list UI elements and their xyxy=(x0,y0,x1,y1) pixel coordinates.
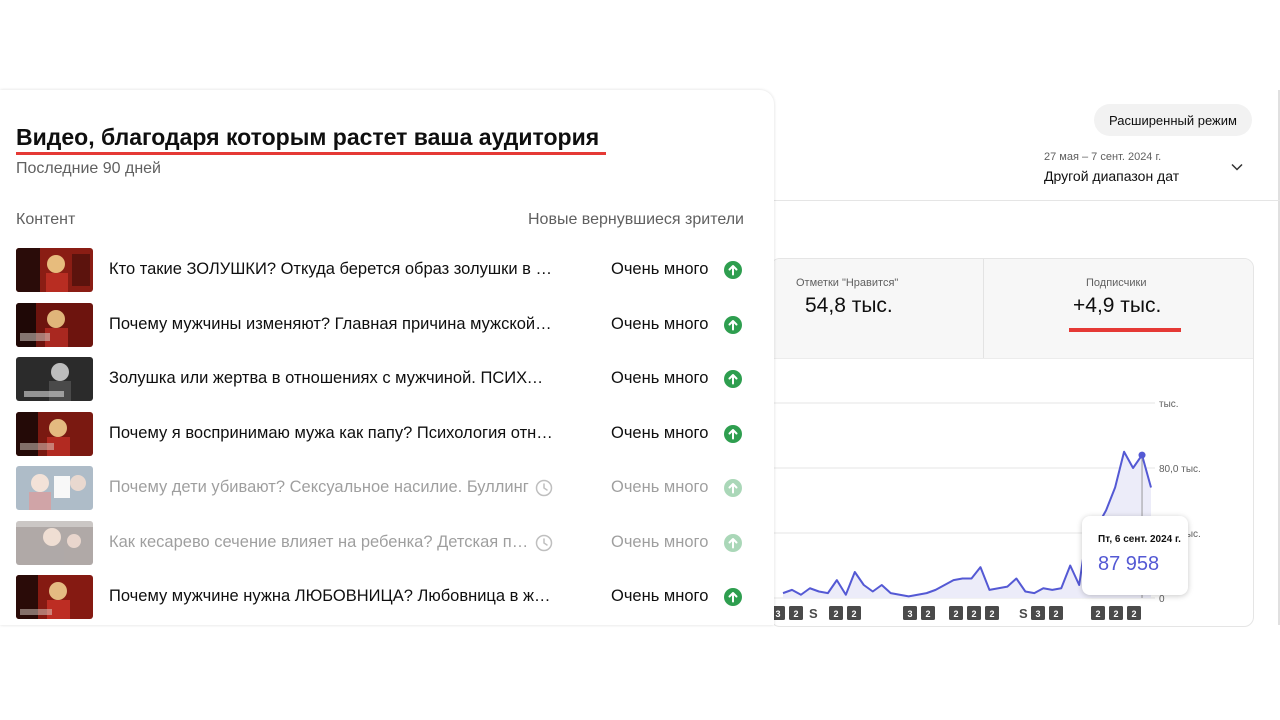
upload-marker-count: 3 xyxy=(1035,609,1040,619)
y-tick-label: 0 xyxy=(1159,594,1165,605)
viewers-value: Очень много xyxy=(611,315,709,333)
video-title[interactable]: Почему мужчины изменяют? Главная причина… xyxy=(109,315,555,334)
column-header-viewers: Новые вернувшиеся зрители xyxy=(528,211,744,228)
video-title[interactable]: Золушка или жертва в отношениях с мужчин… xyxy=(109,369,555,388)
upload-marker-count: 2 xyxy=(1113,609,1118,619)
clock-icon xyxy=(535,479,553,497)
upload-marker-count: 2 xyxy=(971,609,976,619)
title-underline xyxy=(16,152,606,155)
video-thumbnail[interactable] xyxy=(16,412,93,456)
video-row[interactable]: Как кесарево сечение влияет на ребенка? … xyxy=(0,519,774,567)
arrow-up-icon xyxy=(724,588,742,606)
arrow-up-icon xyxy=(724,316,742,334)
chevron-down-icon[interactable] xyxy=(1230,160,1244,174)
arrow-up-icon xyxy=(724,534,742,552)
divider xyxy=(774,200,1280,201)
page-subtitle: Последние 90 дней xyxy=(16,160,161,177)
upload-marker-count: 2 xyxy=(1095,609,1100,619)
metrics-card: Отметки "Нравится" 54,8 тыс. Подписчики … xyxy=(770,258,1254,627)
upload-marker-count: 2 xyxy=(851,609,856,619)
viewers-value: Очень много xyxy=(611,424,709,442)
shorts-marker: S xyxy=(1019,606,1028,621)
viewers-value: Очень много xyxy=(611,260,709,278)
upload-marker-count: 3 xyxy=(775,609,780,619)
video-row[interactable]: Почему я воспринимаю мужа как папу? Псих… xyxy=(0,410,774,458)
video-thumbnail[interactable] xyxy=(16,575,93,619)
arrow-up-icon xyxy=(724,370,742,388)
arrow-up-icon xyxy=(724,261,742,279)
clock-icon xyxy=(535,534,553,552)
video-thumbnail[interactable] xyxy=(16,521,93,565)
viewers-value: Очень много xyxy=(611,478,709,496)
video-thumbnail[interactable] xyxy=(16,303,93,347)
video-title[interactable]: Почему я воспринимаю мужа как папу? Псих… xyxy=(109,424,555,443)
y-tick-label: 80,0 тыс. xyxy=(1159,464,1201,475)
chart-tooltip: Пт, 6 сент. 2024 г. 87 958 xyxy=(1082,516,1188,595)
audience-growth-card: Видео, благодаря которым растет ваша ауд… xyxy=(0,90,774,625)
video-row[interactable]: Почему дети убивают? Сексуальное насилие… xyxy=(0,464,774,512)
video-thumbnail[interactable] xyxy=(16,357,93,401)
upload-marker-count: 2 xyxy=(1053,609,1058,619)
upload-marker-count: 2 xyxy=(953,609,958,619)
upload-marker-count: 2 xyxy=(1131,609,1136,619)
video-title[interactable]: Кто такие ЗОЛУШКИ? Откуда берется образ … xyxy=(109,260,555,279)
page-title: Видео, благодаря которым растет ваша ауд… xyxy=(16,124,600,150)
tooltip-value: 87 958 xyxy=(1098,553,1160,575)
arrow-up-icon xyxy=(724,479,742,497)
upload-marker-count: 2 xyxy=(989,609,994,619)
video-row[interactable]: Почему мужчины изменяют? Главная причина… xyxy=(0,301,774,349)
video-row[interactable]: Золушка или жертва в отношениях с мужчин… xyxy=(0,355,774,403)
arrow-up-icon xyxy=(724,425,742,443)
analytics-panel: Расширенный режим 27 мая – 7 сент. 2024 … xyxy=(760,90,1280,627)
upload-marker-count: 3 xyxy=(907,609,912,619)
date-range-selector[interactable]: Другой диапазон дат xyxy=(1044,168,1179,184)
video-title[interactable]: Почему мужчине нужна ЛЮБОВНИЦА? Любовниц… xyxy=(109,587,555,606)
date-range-summary: 27 мая – 7 сент. 2024 г. xyxy=(1044,151,1162,163)
column-header-content: Контент xyxy=(16,211,76,228)
viewers-value: Очень много xyxy=(611,533,709,551)
upload-marker-count: 2 xyxy=(925,609,930,619)
advanced-mode-button[interactable]: Расширенный режим xyxy=(1094,104,1252,136)
viewers-value: Очень много xyxy=(611,369,709,387)
video-row[interactable]: Кто такие ЗОЛУШКИ? Откуда берется образ … xyxy=(0,246,774,294)
upload-marker-count: 2 xyxy=(793,609,798,619)
video-title[interactable]: Как кесарево сечение влияет на ребенка? … xyxy=(109,533,529,552)
y-tick-label: тыс. xyxy=(1159,399,1179,410)
video-thumbnail[interactable] xyxy=(16,466,93,510)
viewers-value: Очень много xyxy=(611,587,709,605)
video-row[interactable]: Почему мужчине нужна ЛЮБОВНИЦА? Любовниц… xyxy=(0,573,774,621)
shorts-marker: S xyxy=(809,606,818,621)
upload-marker-count: 2 xyxy=(833,609,838,619)
chart-point xyxy=(1138,451,1146,459)
video-title[interactable]: Почему дети убивают? Сексуальное насилие… xyxy=(109,478,529,497)
tooltip-date: Пт, 6 сент. 2024 г. xyxy=(1098,534,1181,545)
video-thumbnail[interactable] xyxy=(16,248,93,292)
